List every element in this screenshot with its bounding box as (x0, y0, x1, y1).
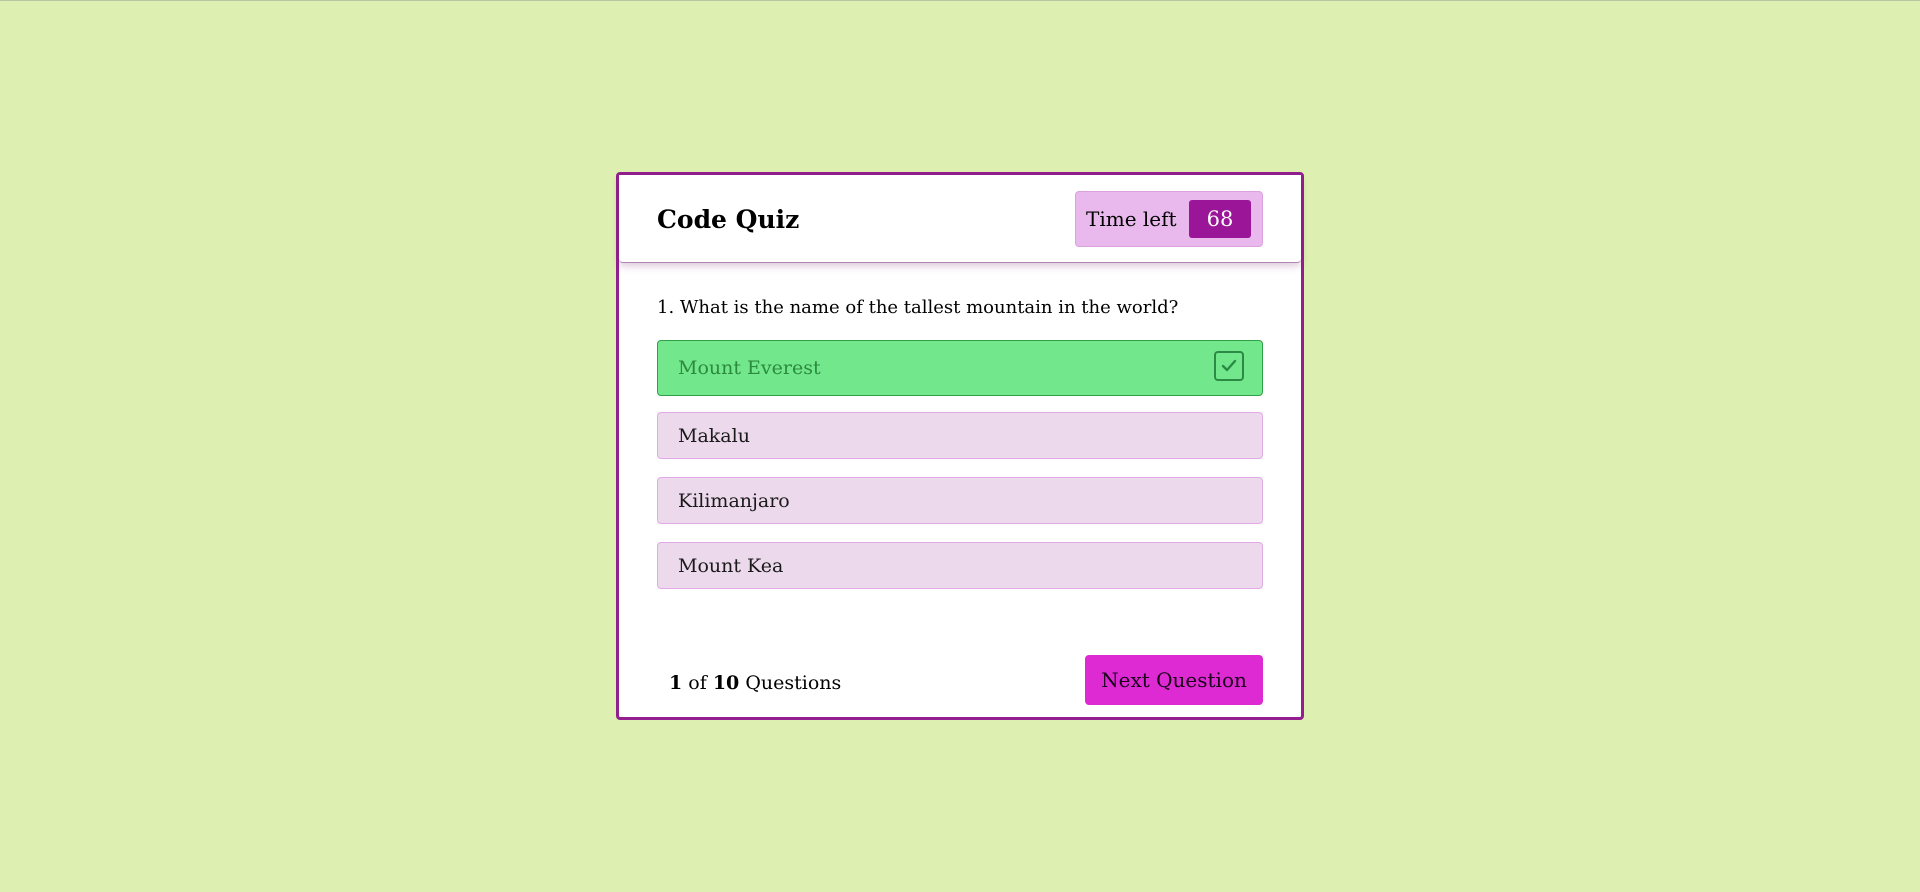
option-label: Mount Kea (678, 555, 784, 577)
question-text: 1. What is the name of the tallest mount… (657, 297, 1179, 318)
top-divider (0, 0, 1920, 1)
quiz-box: Code Quiz Time left 68 1. What is the na… (616, 172, 1304, 720)
quiz-header: Code Quiz Time left 68 (619, 175, 1301, 263)
timer: Time left 68 (1075, 191, 1263, 247)
option-kilimanjaro[interactable]: Kilimanjaro (657, 477, 1263, 524)
question-counter: 1 of 10 Questions (669, 671, 841, 695)
current-question-number: 1 (669, 672, 683, 694)
option-label: Kilimanjaro (678, 490, 790, 512)
counter-suffix: Questions (745, 672, 842, 694)
check-icon (1214, 351, 1244, 381)
timer-label: Time left (1086, 207, 1177, 231)
option-label: Makalu (678, 425, 750, 447)
option-mount-kea[interactable]: Mount Kea (657, 542, 1263, 589)
option-label: Mount Everest (678, 357, 821, 379)
counter-of: of (688, 672, 707, 694)
option-mount-everest[interactable]: Mount Everest (657, 340, 1263, 396)
quiz-title: Code Quiz (657, 205, 800, 234)
timer-value: 68 (1189, 200, 1251, 238)
next-question-button[interactable]: Next Question (1085, 655, 1263, 705)
total-question-count: 10 (712, 672, 740, 694)
option-makalu[interactable]: Makalu (657, 412, 1263, 459)
